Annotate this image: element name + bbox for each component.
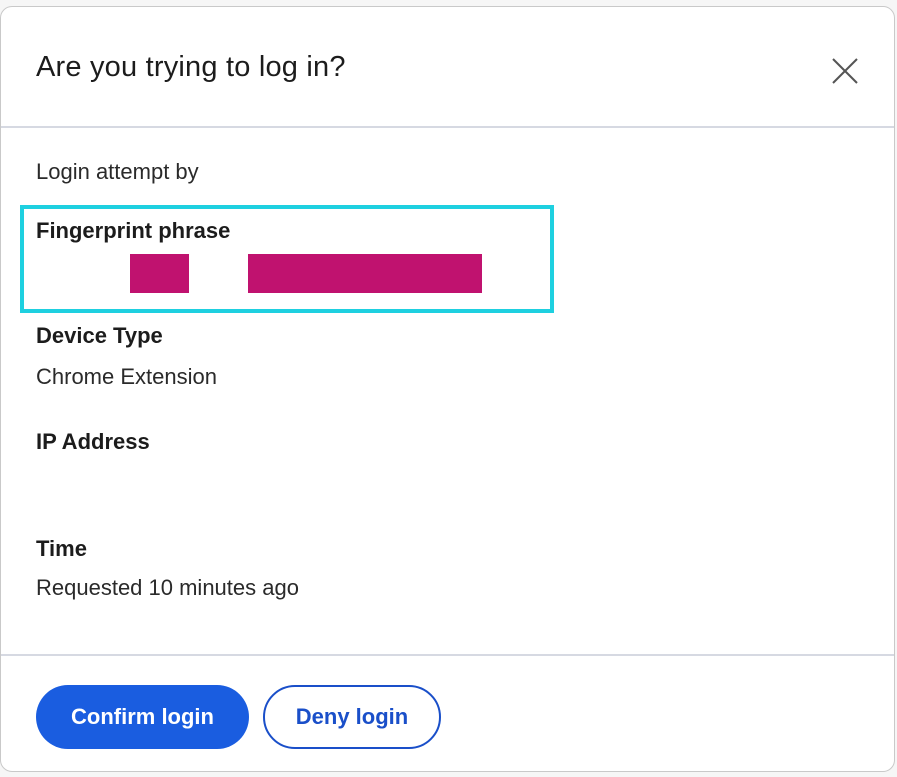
- fingerprint-label: Fingerprint phrase: [36, 218, 231, 243]
- fingerprint-redaction-1: [130, 254, 189, 293]
- deny-login-button[interactable]: Deny login: [263, 685, 441, 749]
- footer-divider: [1, 654, 894, 656]
- device-type-value: Chrome Extension: [36, 364, 217, 389]
- ip-address-label: IP Address: [36, 429, 150, 454]
- dialog-header: Are you trying to log in?: [1, 7, 894, 128]
- login-attempt-intro: Login attempt by: [36, 159, 199, 184]
- time-label: Time: [36, 536, 87, 561]
- fingerprint-redaction-2: [248, 254, 482, 293]
- close-icon: [832, 58, 858, 84]
- login-confirmation-dialog: Are you trying to log in? Login attempt …: [0, 6, 895, 772]
- confirm-login-button[interactable]: Confirm login: [36, 685, 249, 749]
- device-type-label: Device Type: [36, 323, 163, 348]
- close-button[interactable]: [825, 51, 865, 91]
- dialog-title: Are you trying to log in?: [36, 51, 346, 83]
- time-value: Requested 10 minutes ago: [36, 575, 299, 600]
